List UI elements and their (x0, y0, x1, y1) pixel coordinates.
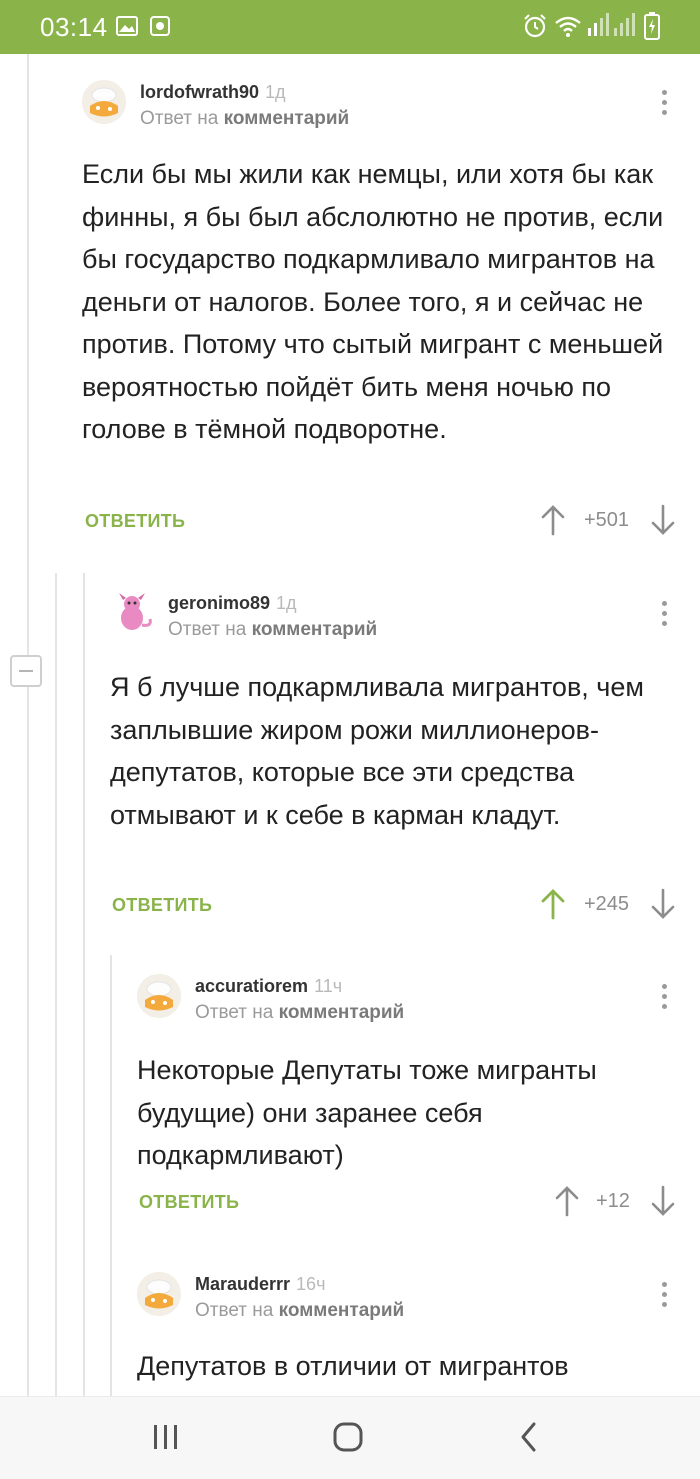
reply-button[interactable]: ОТВЕТИТЬ (112, 895, 212, 916)
collapse-thread-button[interactable] (10, 655, 42, 687)
back-icon[interactable] (518, 1421, 540, 1453)
notification-icon (150, 16, 170, 36)
more-options-icon[interactable] (662, 984, 668, 1010)
alarm-icon (524, 14, 546, 38)
reply-to-link[interactable]: комментарий (252, 619, 378, 640)
signal-icon-2 (614, 13, 635, 36)
comment-score: +501 (584, 509, 630, 531)
reply-to-link[interactable]: комментарий (279, 1002, 405, 1023)
thread-line-level-1 (55, 573, 57, 1396)
vote-controls: +245 (540, 888, 680, 922)
default-avatar-icon (137, 1272, 181, 1316)
comment-username[interactable]: lordofwrath90 1д (140, 82, 286, 103)
comment-text: Я б лучше подкармливала мигрантов, чем з… (110, 672, 644, 830)
thread-line-level-3 (110, 955, 112, 1396)
dragon-avatar-icon (110, 591, 154, 635)
upvote-arrow-icon[interactable] (540, 504, 566, 536)
thread-line-level-0 (27, 54, 29, 1396)
reply-button[interactable]: ОТВЕТИТЬ (139, 1192, 239, 1213)
downvote-arrow-icon[interactable] (650, 888, 676, 920)
comment-time: 11ч (314, 976, 343, 996)
avatar[interactable] (82, 80, 126, 124)
more-options-icon[interactable] (662, 601, 668, 627)
vote-controls: +12 (554, 1185, 680, 1219)
upvote-arrow-icon[interactable] (540, 888, 566, 920)
comment-username[interactable]: accuratiorem 11ч (195, 976, 342, 997)
reply-to-line: Ответ на комментарий (195, 1300, 405, 1321)
wifi-icon (555, 16, 581, 37)
home-icon[interactable] (332, 1421, 364, 1453)
thread-line-level-2 (83, 573, 85, 1396)
comment-text: Если бы мы жили как немцы, или хотя бы к… (82, 159, 664, 444)
avatar[interactable] (110, 591, 154, 635)
downvote-arrow-icon[interactable] (650, 1185, 676, 1217)
comment-text: Депутатов в отличии от мигрантов (137, 1351, 569, 1381)
reply-to-link[interactable]: комментарий (224, 108, 350, 129)
default-avatar-icon (82, 80, 126, 124)
comment: Marauderrr 16ч Ответ на комментарий Депут… (137, 1272, 682, 1396)
comment-score: +12 (596, 1190, 630, 1212)
more-options-icon[interactable] (662, 90, 668, 116)
comment-text: Некоторые Депутаты тоже мигранты будущие… (137, 1055, 597, 1170)
more-options-icon[interactable] (662, 1282, 668, 1308)
status-bar: 03:14 (0, 0, 700, 54)
comment-time: 1д (276, 593, 297, 613)
upvote-arrow-icon[interactable] (554, 1185, 580, 1217)
reply-to-link[interactable]: комментарий (279, 1300, 405, 1321)
downvote-arrow-icon[interactable] (650, 504, 676, 536)
comment-time: 16ч (296, 1274, 326, 1294)
comment-time: 1д (265, 82, 286, 102)
reply-to-line: Ответ на комментарий (168, 619, 378, 640)
comment-username[interactable]: geronimo89 1д (168, 593, 297, 614)
system-nav-bar (0, 1396, 700, 1479)
recents-icon[interactable] (152, 1424, 180, 1450)
avatar[interactable] (137, 974, 181, 1018)
default-avatar-icon (137, 974, 181, 1018)
signal-icon (588, 13, 609, 36)
image-icon (116, 16, 138, 36)
reply-button[interactable]: ОТВЕТИТЬ (85, 511, 185, 532)
vote-controls: +501 (540, 504, 680, 538)
avatar[interactable] (137, 1272, 181, 1316)
reply-to-line: Ответ на комментарий (140, 108, 350, 129)
comment-score: +245 (584, 893, 630, 915)
reply-to-line: Ответ на комментарий (195, 1002, 405, 1023)
status-time: 03:14 (40, 12, 108, 42)
comment-username[interactable]: Marauderrr 16ч (195, 1274, 325, 1295)
battery-icon (644, 12, 660, 40)
